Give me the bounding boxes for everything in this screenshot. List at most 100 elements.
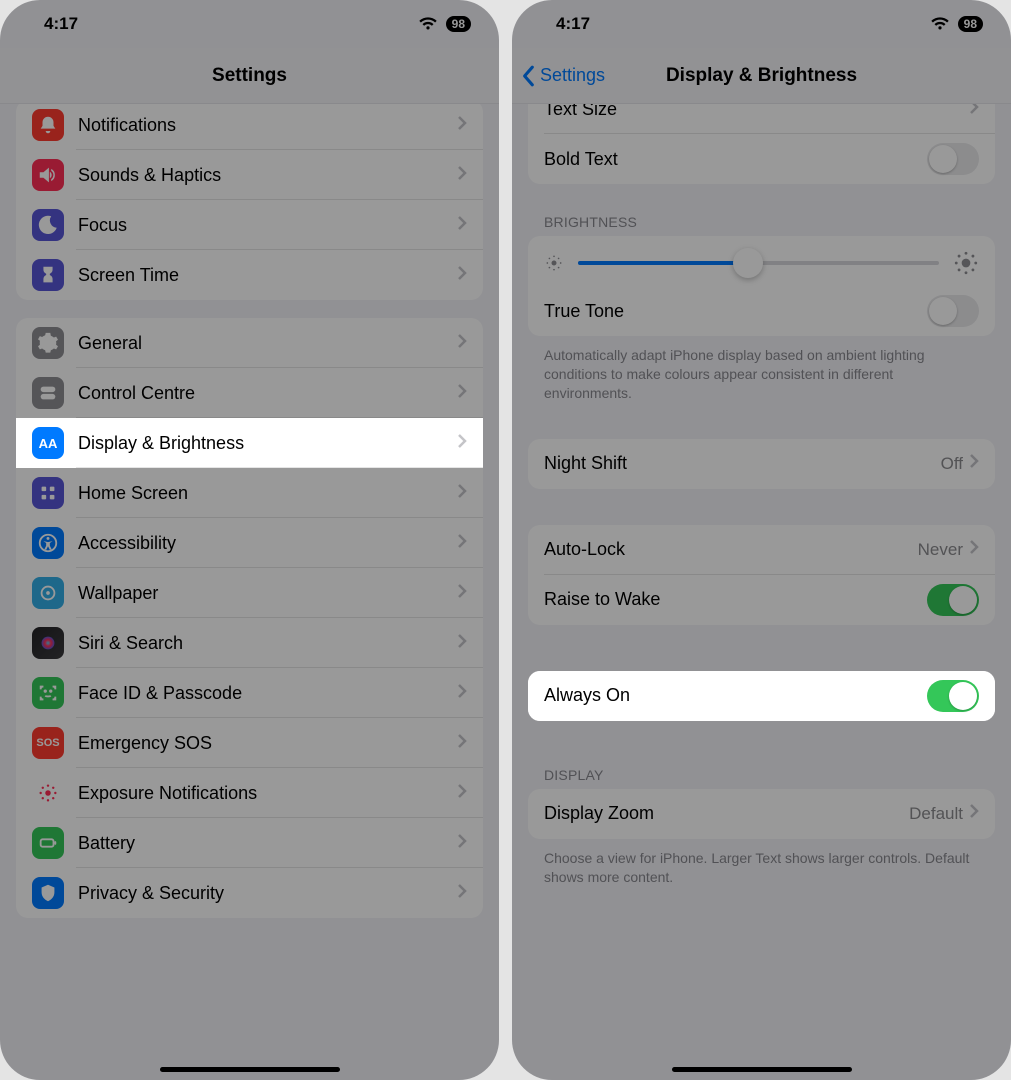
display-zoom-value: Default bbox=[909, 804, 963, 824]
chevron-right-icon bbox=[457, 333, 467, 354]
row-accessibility[interactable]: Accessibility bbox=[16, 518, 483, 568]
settings-group-general: General Control Centre AA Display & Brig… bbox=[16, 318, 483, 918]
focus-icon bbox=[32, 209, 64, 241]
control-centre-icon bbox=[32, 377, 64, 409]
battery-settings-icon bbox=[32, 827, 64, 859]
row-control-centre[interactable]: Control Centre bbox=[16, 368, 483, 418]
row-notifications[interactable]: Notifications bbox=[16, 104, 483, 150]
chevron-right-icon bbox=[457, 783, 467, 804]
chevron-right-icon bbox=[969, 453, 979, 474]
status-icons: 98 bbox=[418, 16, 471, 32]
always-on-toggle[interactable] bbox=[927, 680, 979, 712]
faceid-icon bbox=[32, 677, 64, 709]
row-display-zoom[interactable]: Display Zoom Default bbox=[528, 789, 995, 839]
battery-icon: 98 bbox=[446, 16, 471, 32]
row-siri[interactable]: Siri & Search bbox=[16, 618, 483, 668]
row-wallpaper[interactable]: Wallpaper bbox=[16, 568, 483, 618]
row-label: Siri & Search bbox=[78, 633, 457, 654]
siri-icon bbox=[32, 627, 64, 659]
row-home-screen[interactable]: Home Screen bbox=[16, 468, 483, 518]
back-label: Settings bbox=[540, 65, 605, 86]
auto-lock-value: Never bbox=[918, 540, 963, 560]
row-label: Bold Text bbox=[544, 149, 927, 170]
raise-to-wake-toggle[interactable] bbox=[927, 584, 979, 616]
row-always-on[interactable]: Always On bbox=[528, 671, 995, 721]
display-icon: AA bbox=[32, 427, 64, 459]
row-label: Night Shift bbox=[544, 453, 941, 474]
row-label: Always On bbox=[544, 685, 927, 706]
row-privacy[interactable]: Privacy & Security bbox=[16, 868, 483, 918]
chevron-right-icon bbox=[969, 539, 979, 560]
row-label: Face ID & Passcode bbox=[78, 683, 457, 704]
home-indicator[interactable] bbox=[160, 1067, 340, 1072]
chevron-right-icon bbox=[457, 383, 467, 404]
chevron-right-icon bbox=[457, 265, 467, 286]
group-always-on: Always On bbox=[528, 671, 995, 721]
row-label: General bbox=[78, 333, 457, 354]
screen-display-brightness: 4:17 98 Settings Display & Brightness Te… bbox=[512, 0, 1011, 1080]
chevron-right-icon bbox=[457, 633, 467, 654]
brightness-header: BRIGHTNESS bbox=[544, 214, 979, 230]
row-general[interactable]: General bbox=[16, 318, 483, 368]
row-screen-time[interactable]: Screen Time bbox=[16, 250, 483, 300]
status-time: 4:17 bbox=[44, 14, 78, 34]
settings-group-attention: Notifications Sounds & Haptics Focus Scr… bbox=[16, 104, 483, 300]
row-battery[interactable]: Battery bbox=[16, 818, 483, 868]
row-label: Control Centre bbox=[78, 383, 457, 404]
row-label: Home Screen bbox=[78, 483, 457, 504]
brightness-track[interactable] bbox=[578, 261, 939, 265]
chevron-right-icon bbox=[457, 683, 467, 704]
back-button[interactable]: Settings bbox=[520, 65, 605, 87]
row-label: Exposure Notifications bbox=[78, 783, 457, 804]
privacy-icon bbox=[32, 877, 64, 909]
bold-text-toggle[interactable] bbox=[927, 143, 979, 175]
group-display-zoom: Display Zoom Default bbox=[528, 789, 995, 839]
home-indicator[interactable] bbox=[672, 1067, 852, 1072]
accessibility-icon bbox=[32, 527, 64, 559]
screen-settings: 4:17 98 Settings Notifications Sounds & … bbox=[0, 0, 499, 1080]
row-label: Auto-Lock bbox=[544, 539, 918, 560]
chevron-right-icon bbox=[969, 104, 979, 120]
row-night-shift[interactable]: Night Shift Off bbox=[528, 439, 995, 489]
row-sounds[interactable]: Sounds & Haptics bbox=[16, 150, 483, 200]
group-night-shift: Night Shift Off bbox=[528, 439, 995, 489]
chevron-right-icon bbox=[457, 165, 467, 186]
row-true-tone[interactable]: True Tone bbox=[528, 286, 995, 336]
chevron-right-icon bbox=[457, 583, 467, 604]
group-text: Text Size Bold Text bbox=[528, 104, 995, 184]
true-tone-toggle[interactable] bbox=[927, 295, 979, 327]
page-title: Display & Brightness bbox=[666, 65, 857, 87]
row-text-size[interactable]: Text Size bbox=[528, 104, 995, 134]
brightness-slider-row[interactable] bbox=[528, 236, 995, 286]
row-exposure[interactable]: Exposure Notifications bbox=[16, 768, 483, 818]
general-icon bbox=[32, 327, 64, 359]
page-title: Settings bbox=[212, 65, 287, 87]
wallpaper-icon bbox=[32, 577, 64, 609]
chevron-right-icon bbox=[457, 883, 467, 904]
row-label: Screen Time bbox=[78, 265, 457, 286]
status-time: 4:17 bbox=[556, 14, 590, 34]
wifi-icon bbox=[930, 16, 950, 32]
group-lock: Auto-Lock Never Raise to Wake bbox=[528, 525, 995, 625]
exposure-icon bbox=[32, 777, 64, 809]
home-screen-icon bbox=[32, 477, 64, 509]
row-focus[interactable]: Focus bbox=[16, 200, 483, 250]
status-bar: 4:17 98 bbox=[512, 0, 1011, 48]
row-label: Raise to Wake bbox=[544, 589, 927, 610]
row-raise-to-wake[interactable]: Raise to Wake bbox=[528, 575, 995, 625]
sun-small-icon bbox=[544, 253, 564, 273]
chevron-right-icon bbox=[457, 833, 467, 854]
status-icons: 98 bbox=[930, 16, 983, 32]
row-bold-text[interactable]: Bold Text bbox=[528, 134, 995, 184]
screentime-icon bbox=[32, 259, 64, 291]
sun-large-icon bbox=[953, 250, 979, 276]
row-label: Display & Brightness bbox=[78, 433, 457, 454]
night-shift-value: Off bbox=[941, 454, 963, 474]
row-faceid[interactable]: Face ID & Passcode bbox=[16, 668, 483, 718]
row-display-brightness[interactable]: AA Display & Brightness bbox=[16, 418, 483, 468]
row-label: True Tone bbox=[544, 301, 927, 322]
brightness-thumb[interactable] bbox=[733, 248, 763, 278]
row-label: Focus bbox=[78, 215, 457, 236]
row-auto-lock[interactable]: Auto-Lock Never bbox=[528, 525, 995, 575]
row-sos[interactable]: SOS Emergency SOS bbox=[16, 718, 483, 768]
